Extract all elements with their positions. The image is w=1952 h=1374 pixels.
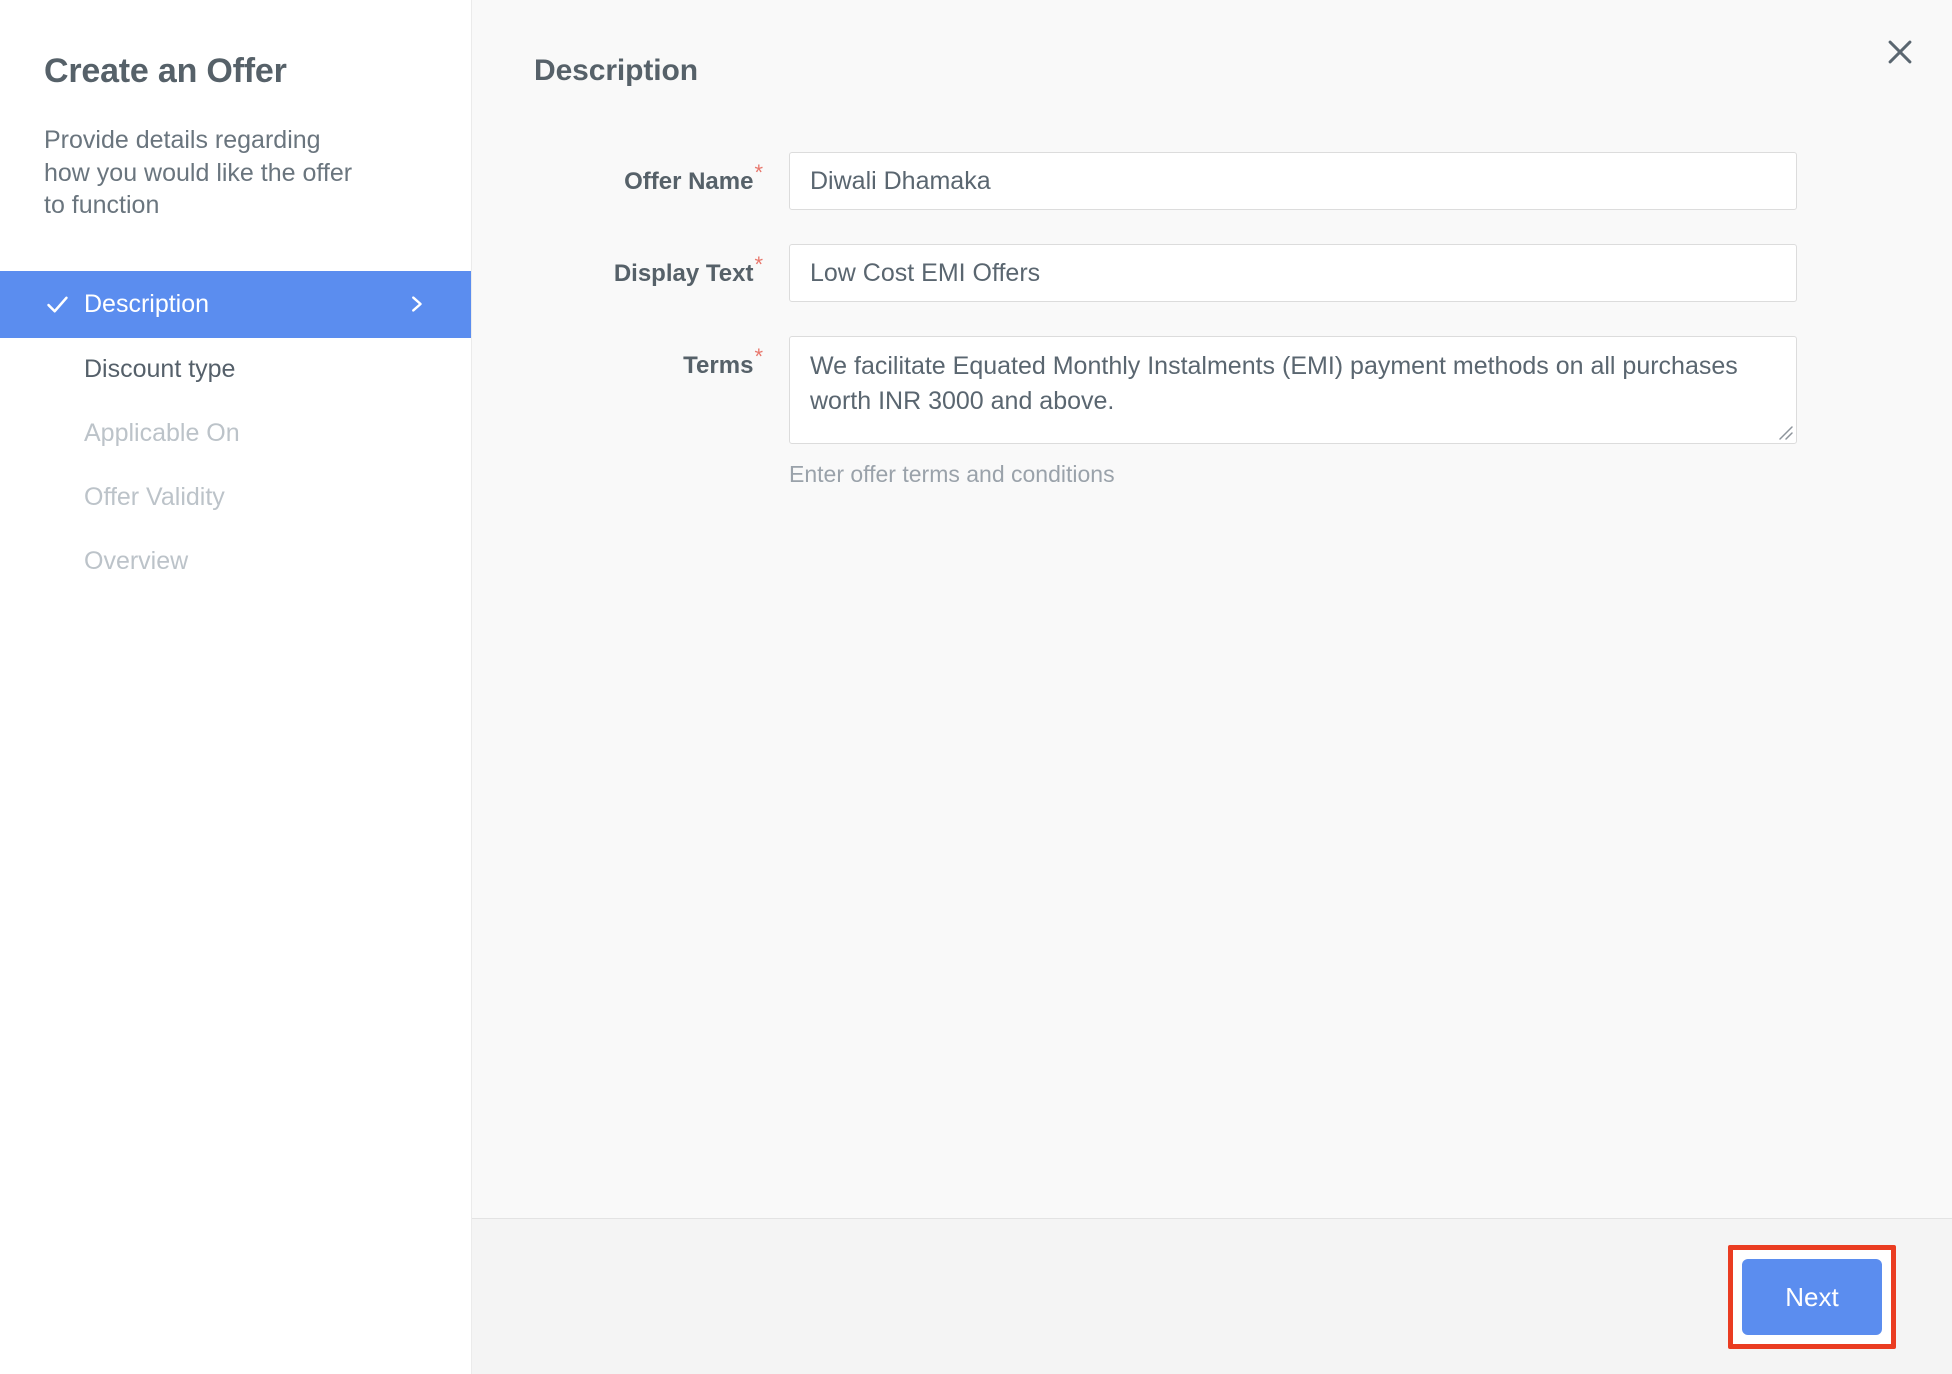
wizard-sidebar: Create an Offer Provide details regardin… bbox=[0, 0, 472, 1374]
sidebar-item-label: Applicable On bbox=[84, 419, 240, 447]
sidebar-item-label: Overview bbox=[84, 547, 189, 575]
required-asterisk: * bbox=[754, 160, 763, 185]
check-icon bbox=[44, 291, 84, 318]
sidebar-item-label: Description bbox=[84, 289, 210, 318]
display-text-label-text: Display Text bbox=[613, 260, 754, 287]
main-panel: Description Offer Name* Display Text* bbox=[472, 0, 1952, 1374]
sidebar-item-label: Discount type bbox=[84, 355, 236, 383]
section-title: Description bbox=[534, 54, 698, 87]
create-offer-modal: Create an Offer Provide details regardin… bbox=[0, 0, 1952, 1374]
offer-name-input[interactable] bbox=[789, 152, 1797, 210]
next-button[interactable]: Next bbox=[1742, 1258, 1882, 1335]
display-text-field-wrap bbox=[789, 244, 1797, 302]
field-row-display-text: Display Text* bbox=[534, 244, 1890, 302]
sidebar-item-applicable-on: Applicable On bbox=[0, 402, 471, 466]
field-row-offer-name: Offer Name* bbox=[534, 152, 1890, 210]
next-button-highlight: Next bbox=[1728, 1244, 1896, 1349]
terms-field-wrap: Enter offer terms and conditions bbox=[789, 336, 1797, 488]
close-icon[interactable] bbox=[1872, 24, 1928, 80]
required-asterisk: * bbox=[754, 252, 763, 277]
terms-label-text: Terms bbox=[683, 352, 754, 379]
display-text-input[interactable] bbox=[789, 244, 1797, 302]
modal-footer: Next bbox=[472, 1218, 1952, 1374]
sidebar-item-description[interactable]: Description bbox=[0, 270, 471, 338]
offer-name-field-wrap bbox=[789, 152, 1797, 210]
page-subtitle: Provide details regarding how you would … bbox=[44, 126, 353, 219]
terms-textarea[interactable] bbox=[789, 336, 1797, 444]
sidebar-item-discount-type[interactable]: Discount type bbox=[0, 338, 471, 402]
terms-helper-text: Enter offer terms and conditions bbox=[789, 461, 1115, 487]
wizard-steps: Description Discount type Applicable On … bbox=[0, 270, 471, 594]
chevron-right-icon bbox=[405, 293, 427, 315]
offer-name-label-text: Offer Name bbox=[624, 168, 754, 195]
display-text-label: Display Text* bbox=[534, 244, 789, 288]
terms-textarea-holder bbox=[789, 336, 1797, 444]
sidebar-item-offer-validity: Offer Validity bbox=[0, 466, 471, 530]
required-asterisk: * bbox=[754, 344, 763, 369]
page-title: Create an Offer bbox=[44, 52, 287, 90]
field-row-terms: Terms* Enter offer terms and conditions bbox=[534, 336, 1890, 488]
terms-label: Terms* bbox=[534, 336, 789, 380]
offer-name-label: Offer Name* bbox=[534, 152, 789, 196]
form-content: Description Offer Name* Display Text* bbox=[472, 0, 1952, 1218]
sidebar-item-label: Offer Validity bbox=[84, 483, 225, 511]
sidebar-item-overview: Overview bbox=[0, 530, 471, 594]
